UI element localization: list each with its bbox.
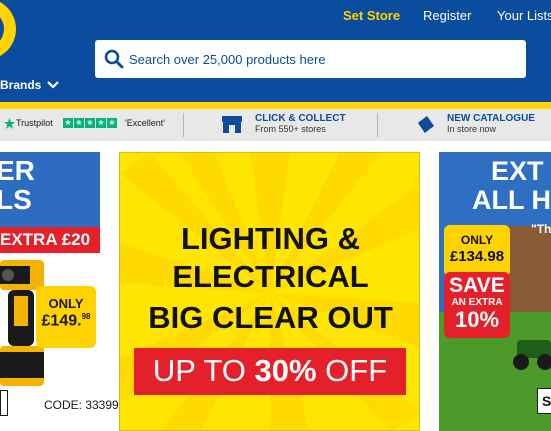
price-value: £134.98 — [449, 248, 505, 265]
catalogue-icon — [418, 116, 434, 133]
code-box: S — [537, 388, 551, 414]
register-link[interactable]: Register — [423, 8, 471, 23]
promo-headline-line: ER — [0, 155, 35, 186]
promo-headline-line: LS — [0, 184, 32, 215]
chevron-down-icon — [47, 81, 60, 89]
code-box — [0, 390, 8, 416]
star-icon: ★ — [96, 118, 106, 128]
brands-label: Brands — [0, 78, 42, 92]
price-badge: ONLY £134.98 — [444, 225, 510, 277]
star-icon: ★ — [107, 118, 117, 128]
price-main: £149. — [41, 312, 82, 330]
divider — [377, 113, 378, 137]
discount-percent: 30% — [254, 353, 317, 388]
click-collect-subtitle: From 550+ stores — [255, 124, 326, 134]
trustpilot-rating: 'Excellent' — [125, 118, 165, 128]
price-only-label: ONLY — [460, 233, 494, 247]
discount-off: OFF — [325, 353, 388, 388]
price-value: £149.98 — [36, 312, 96, 330]
brands-menu[interactable]: Brands — [0, 77, 60, 93]
trustpilot-star-icon — [4, 118, 15, 129]
price-only-label: ONLY — [48, 296, 84, 311]
your-lists-link[interactable]: Your Lists — [497, 8, 551, 23]
promo-headline-line: ALL H — [472, 185, 551, 215]
search-icon[interactable] — [104, 49, 124, 69]
search-input[interactable] — [129, 45, 514, 73]
price-pence: 98 — [81, 312, 91, 321]
promo-headline-line: BIG CLEAR OUT — [148, 300, 393, 335]
star-icon: ★ — [85, 118, 95, 128]
star-icon: ★ — [63, 118, 73, 128]
lawnmower-image — [513, 340, 551, 370]
promo-extra-band: EXTRA £20 — [0, 227, 100, 253]
promo-tile-lighting-clearance[interactable]: LIGHTING & ELECTRICAL BIG CLEAR OUT UP T… — [119, 152, 420, 431]
promo-quote: "Th — [531, 222, 551, 236]
promo-headline-line: EXT — [491, 156, 544, 186]
search-bar — [95, 40, 526, 78]
page: Set Store Register Your Lists Brands Tru… — [0, 0, 551, 431]
save-badge: SAVE AN EXTRA 10% — [444, 272, 510, 338]
discount-up-to: UP TO — [152, 353, 246, 388]
header-yellow-stripe — [0, 102, 551, 109]
save-percent: 10% — [454, 307, 500, 332]
star-icon: ★ — [74, 118, 84, 128]
promo-headline-line: LIGHTING & — [180, 221, 361, 256]
promo-headline: ER LS — [0, 156, 100, 214]
trustpilot-stars: ★ ★ ★ ★ ★ — [63, 118, 117, 128]
promo-code: CODE: 33399 — [44, 398, 119, 412]
catalogue-subtitle: In store now — [447, 124, 497, 134]
price-badge: ONLY £149.98 — [36, 286, 96, 348]
set-store-link[interactable]: Set Store — [343, 8, 400, 23]
promo-headline-line: ELECTRICAL — [172, 259, 369, 294]
catalogue-title[interactable]: NEW CATALOGUE — [447, 113, 535, 124]
store-icon — [222, 116, 242, 133]
save-label: SAVE — [449, 274, 505, 297]
trustpilot-label[interactable]: Trustpilot — [16, 118, 53, 128]
promo-tile-garden[interactable]: EXT ALL H "Th ONLY £134.98 SAVE AN EXTRA… — [439, 152, 551, 431]
click-collect-title[interactable]: CLICK & COLLECT — [255, 113, 346, 124]
divider — [183, 113, 184, 137]
discount-text: UP TO 30% OFF — [134, 353, 406, 389]
